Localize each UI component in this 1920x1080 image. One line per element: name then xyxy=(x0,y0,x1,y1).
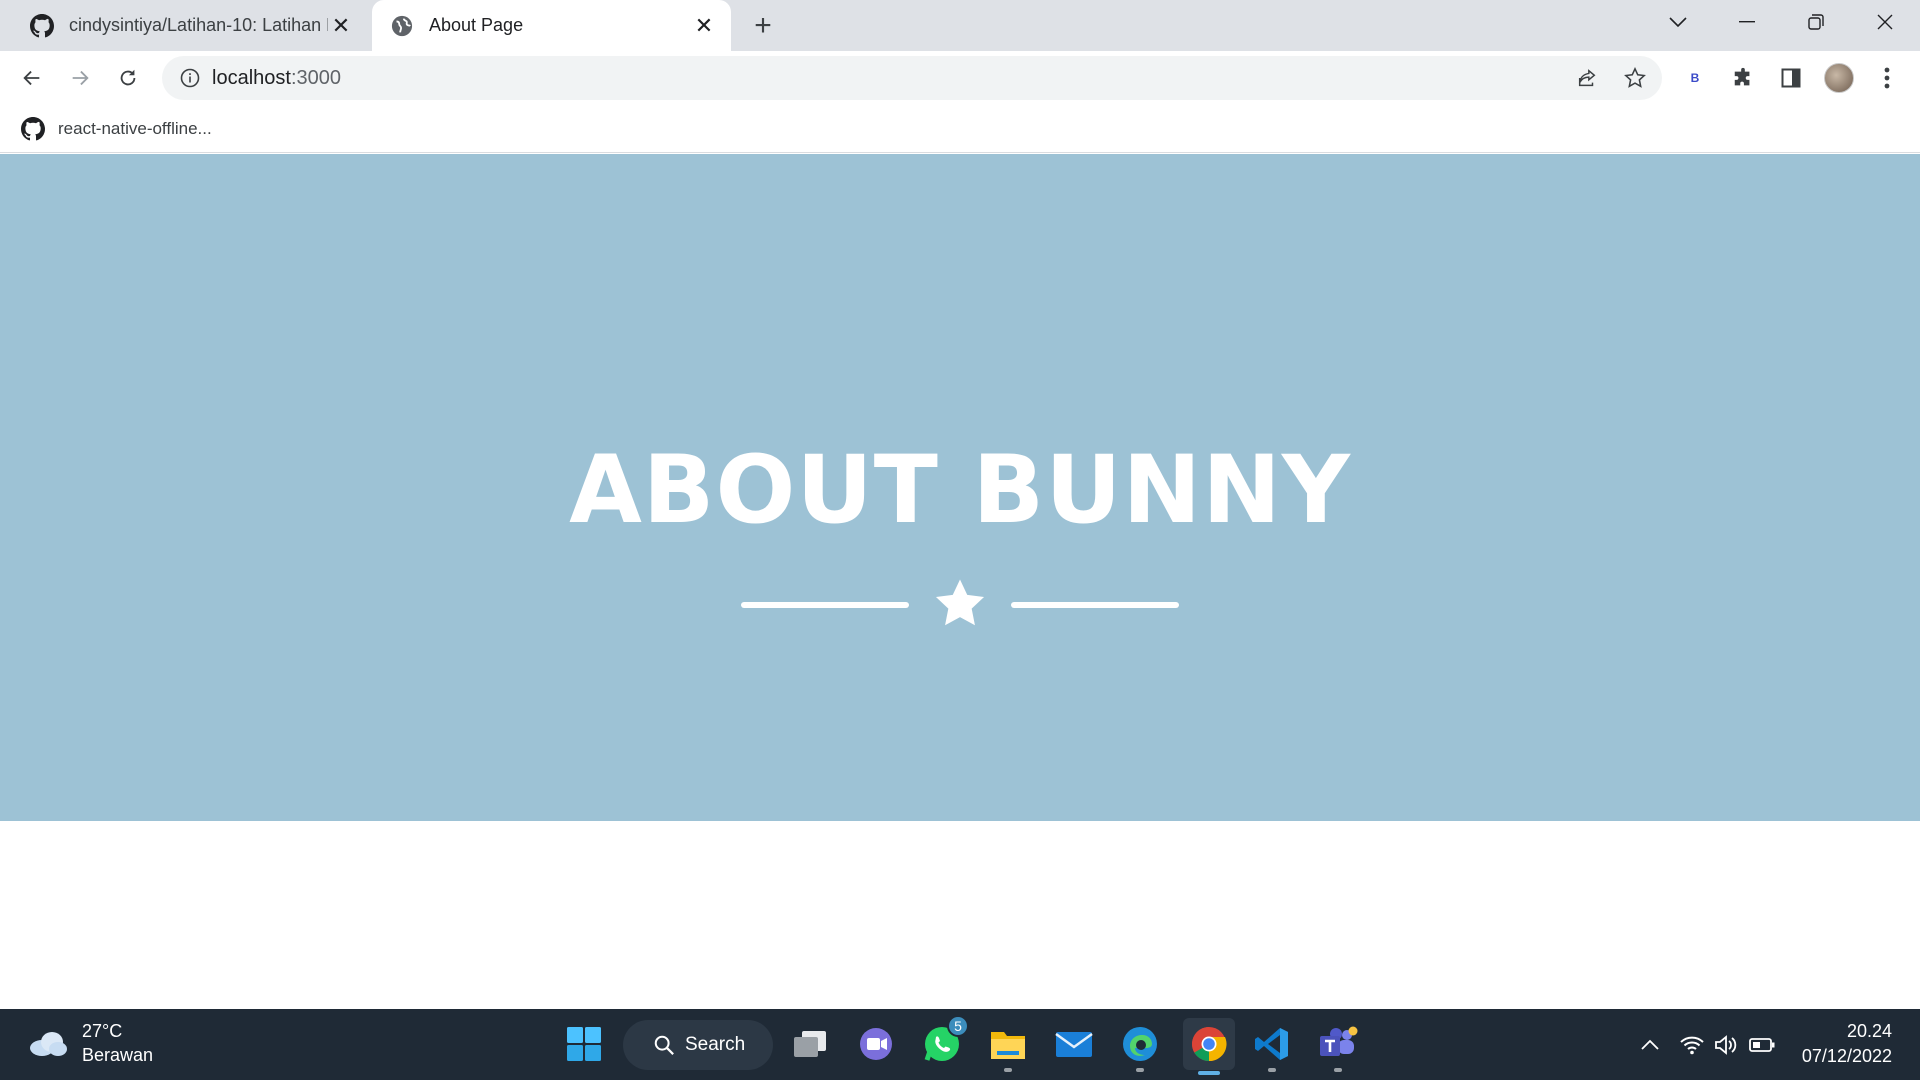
windows-taskbar: 27°C Berawan Search 5 20.24 07/12/2022 xyxy=(0,1009,1920,1080)
taskbar-search-button[interactable]: Search xyxy=(623,1020,773,1070)
extension-b-icon[interactable]: B xyxy=(1676,59,1714,97)
clock-date: 07/12/2022 xyxy=(1801,1046,1892,1066)
teams-chat-icon[interactable] xyxy=(853,1021,899,1067)
tab-about-page[interactable]: About Page ✕ xyxy=(372,0,731,51)
weather-condition: Berawan xyxy=(82,1045,154,1065)
wifi-icon[interactable] xyxy=(1678,1031,1706,1059)
system-clock[interactable]: 20.24 07/12/2022 xyxy=(1802,1019,1892,1069)
volume-icon[interactable] xyxy=(1712,1031,1740,1059)
menu-kebab-icon[interactable] xyxy=(1868,59,1906,97)
bookmarks-bar: react-native-offline... xyxy=(0,105,1920,153)
site-info-icon[interactable] xyxy=(178,66,202,90)
reload-icon[interactable] xyxy=(109,59,147,97)
search-label: Search xyxy=(685,1034,746,1055)
divider-line-left xyxy=(741,602,909,608)
running-indicator xyxy=(1004,1068,1012,1072)
about-hero-section: ABOUT BUNNY xyxy=(0,154,1920,821)
search-icon xyxy=(654,1035,674,1055)
page-title: ABOUT BUNNY xyxy=(569,436,1351,545)
running-indicator xyxy=(1334,1068,1342,1072)
side-panel-icon[interactable] xyxy=(1772,59,1810,97)
running-indicator xyxy=(1268,1068,1276,1072)
file-explorer-icon[interactable] xyxy=(985,1021,1031,1072)
tab-search-icon[interactable] xyxy=(1648,0,1708,44)
task-view-icon[interactable] xyxy=(787,1021,833,1067)
extensions-puzzle-icon[interactable] xyxy=(1724,59,1762,97)
cloud-icon xyxy=(30,1032,67,1056)
whatsapp-icon[interactable]: 5 xyxy=(919,1015,969,1067)
mail-icon[interactable] xyxy=(1051,1021,1097,1067)
notification-badge: 5 xyxy=(947,1015,969,1037)
url-text[interactable]: localhost:3000 xyxy=(212,67,341,90)
bookmark-star-icon[interactable] xyxy=(1622,65,1648,91)
page-body-blank xyxy=(0,821,1920,1009)
browser-toolbar: localhost:3000 B xyxy=(0,51,1920,105)
running-indicator xyxy=(1136,1068,1144,1072)
new-tab-button[interactable]: + xyxy=(748,11,778,41)
active-indicator xyxy=(1198,1071,1220,1075)
bookmark-label: react-native-offline... xyxy=(58,119,212,138)
address-bar[interactable]: localhost:3000 xyxy=(162,56,1662,100)
bookmark-react-native-offline[interactable]: react-native-offline... xyxy=(20,115,212,143)
url-host: localhost xyxy=(212,67,291,89)
edge-browser-icon[interactable] xyxy=(1117,1021,1163,1072)
tab-strip: cindysintiya/Latihan-10: Latihan M ✕ Abo… xyxy=(0,0,1920,51)
forward-arrow-icon[interactable] xyxy=(61,59,99,97)
show-hidden-icons-chevron[interactable] xyxy=(1636,1031,1664,1059)
close-tab-icon[interactable]: ✕ xyxy=(328,13,354,39)
profile-avatar[interactable] xyxy=(1824,63,1854,93)
close-tab-icon[interactable]: ✕ xyxy=(691,13,717,39)
divider-line-right xyxy=(1011,602,1179,608)
github-icon xyxy=(29,13,55,39)
restore-button[interactable] xyxy=(1786,0,1846,44)
tab-github-repo[interactable]: cindysintiya/Latihan-10: Latihan M ✕ xyxy=(12,0,368,51)
minimize-button[interactable] xyxy=(1717,0,1777,44)
weather-widget[interactable]: 27°C Berawan xyxy=(28,1019,153,1067)
vscode-icon[interactable] xyxy=(1249,1021,1295,1072)
clock-time: 20.24 xyxy=(1846,1021,1892,1041)
battery-icon[interactable] xyxy=(1748,1031,1776,1059)
chrome-browser-icon[interactable] xyxy=(1183,1018,1235,1075)
share-icon[interactable] xyxy=(1574,65,1600,91)
back-arrow-icon[interactable] xyxy=(13,59,51,97)
github-icon xyxy=(20,116,46,142)
star-icon xyxy=(935,579,985,626)
weather-temperature: 27°C xyxy=(82,1021,123,1041)
start-windows-icon[interactable] xyxy=(561,1021,607,1067)
globe-icon xyxy=(389,13,415,39)
close-window-button[interactable] xyxy=(1855,0,1915,44)
extension-label: B xyxy=(1690,71,1700,85)
teams-icon[interactable] xyxy=(1315,1021,1361,1072)
tab-title: About Page xyxy=(429,15,524,35)
url-port: :3000 xyxy=(290,67,341,89)
tab-title: cindysintiya/Latihan-10: Latihan M xyxy=(69,15,328,35)
